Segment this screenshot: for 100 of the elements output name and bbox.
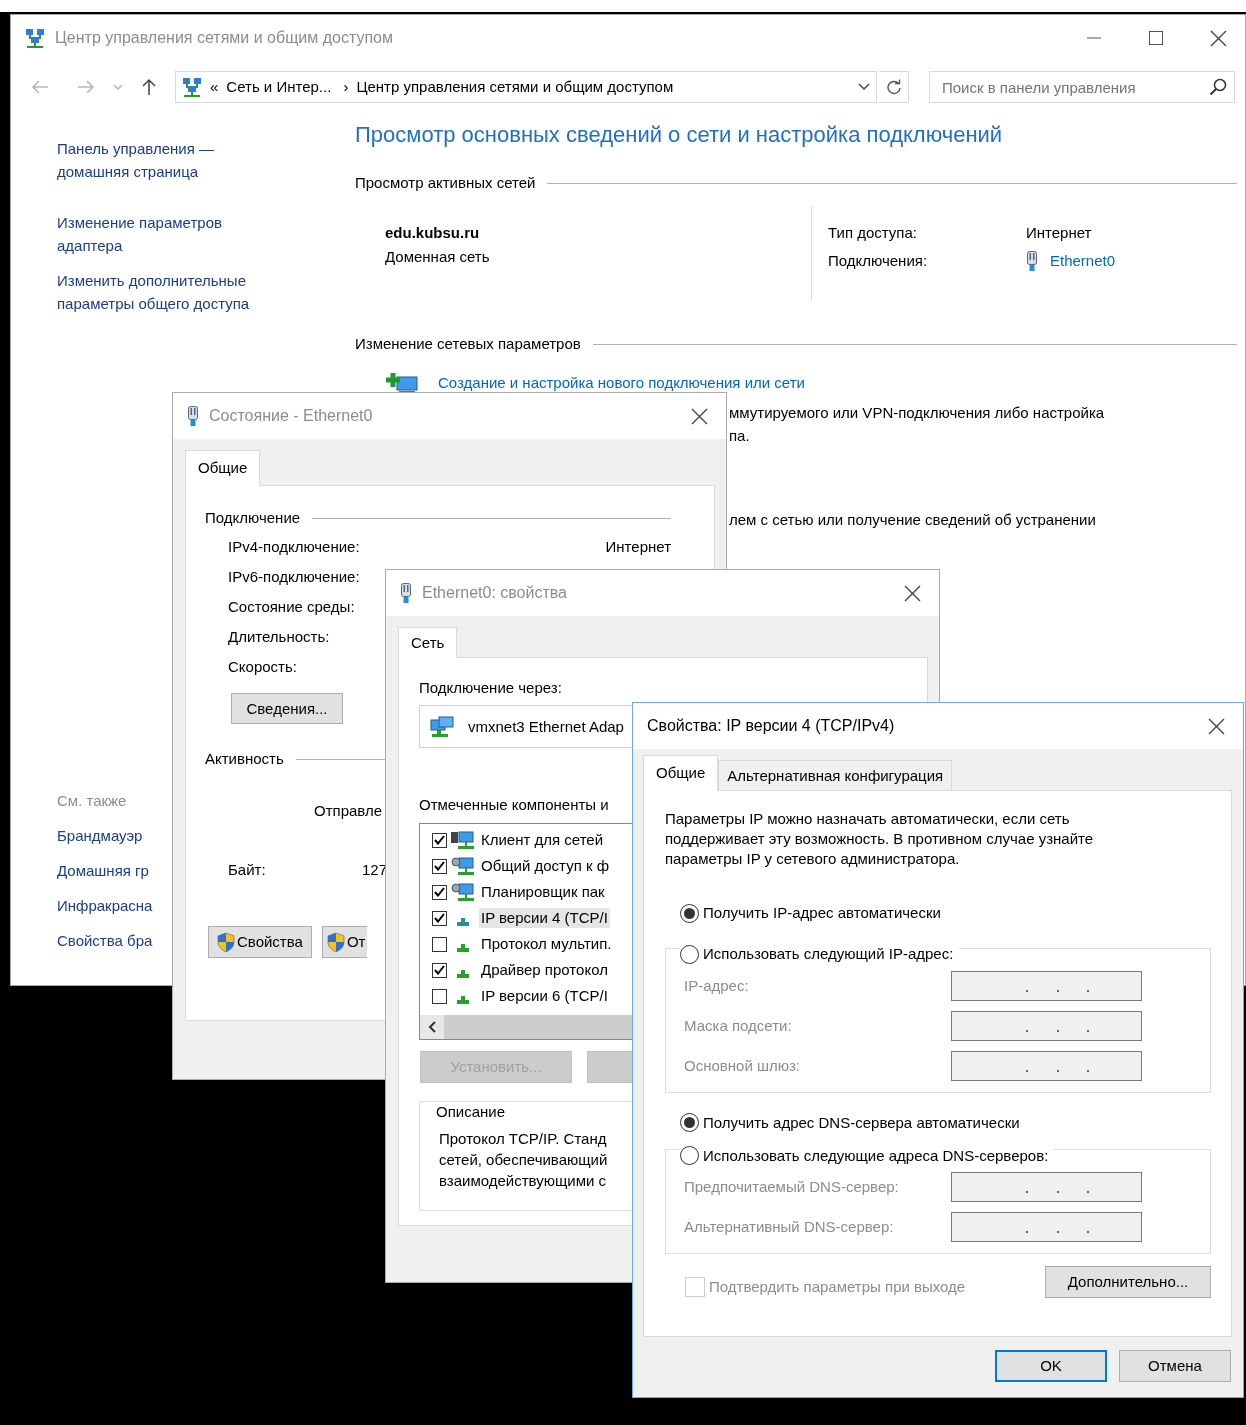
checkbox[interactable] — [432, 832, 447, 848]
radio-button[interactable] — [680, 1113, 699, 1132]
list-item[interactable]: Планировщик пак — [479, 882, 607, 902]
sidebar-link[interactable]: Изменение параметров адаптера — [57, 211, 272, 257]
service-icon — [450, 882, 476, 902]
address-bar[interactable]: « Сеть и Интер... › Центр управления сетями и общим доступом — [175, 71, 877, 103]
client-icon — [450, 830, 476, 850]
check-icon — [434, 861, 445, 871]
maximize-icon[interactable] — [1148, 30, 1164, 46]
refresh-icon[interactable] — [885, 79, 902, 95]
protocol-icon — [457, 996, 469, 1004]
radio-label[interactable]: Использовать следующий IP-адрес: — [703, 944, 954, 964]
close-icon[interactable] — [1210, 29, 1227, 47]
description-text: ммутируемого или VPN-подключения либо настройка — [729, 403, 1105, 423]
field-label: Маска подсети: — [684, 1015, 792, 1036]
description-text: лем с сетью или получение сведений об устранении — [729, 510, 1096, 530]
plug-icon — [187, 406, 199, 426]
field-label: Альтернативный DNS-сервер: — [684, 1217, 894, 1237]
radio-button[interactable] — [680, 903, 699, 923]
checkbox[interactable] — [432, 858, 447, 874]
close-icon[interactable] — [691, 407, 708, 425]
see-also-link[interactable]: Инфракрасна — [57, 896, 153, 916]
list-item[interactable]: Общий доступ к ф — [479, 856, 612, 876]
field-label: Подключение через: — [419, 678, 562, 698]
cancel-button[interactable]: Отмена — [1119, 1350, 1231, 1382]
plug-icon — [400, 583, 412, 603]
shield-icon — [217, 931, 235, 953]
network-type: Доменная сеть — [385, 247, 490, 267]
sidebar-link[interactable]: Изменить дополнительные параметры общего доступа — [57, 269, 272, 315]
list-item[interactable]: Клиент для сетей — [479, 830, 606, 850]
window-title: Центр управления сетями и общим доступом — [55, 28, 393, 48]
column-label: Отправле — [314, 801, 383, 821]
list-item[interactable]: Драйвер протокол — [479, 960, 610, 980]
adapter-name: vmxnet3 Ethernet Adap — [468, 716, 624, 737]
properties-button[interactable]: Свойства — [208, 926, 312, 958]
list-item[interactable]: Протокол мультип. — [479, 934, 614, 954]
field-label: IP-адрес: — [684, 975, 749, 996]
radio-button[interactable] — [680, 1146, 699, 1165]
ok-button[interactable]: OK — [995, 1350, 1107, 1382]
advanced-button[interactable]: Дополнительно... — [1045, 1266, 1211, 1298]
see-also-link[interactable]: Домашняя гр — [57, 861, 149, 881]
field-label: Байт: — [228, 860, 267, 880]
radio-button[interactable] — [680, 944, 699, 964]
properties-button[interactable]: От — [321, 926, 368, 958]
field-label: Скорость: — [228, 657, 297, 677]
field-label: IPv4-подключение: — [228, 537, 360, 557]
window-title: Свойства: IP версии 4 (TCP/IPv4) — [647, 716, 895, 736]
radio-label[interactable]: Использовать следующие адреса DNS-серверов: — [703, 1145, 1049, 1166]
list-item[interactable]: IP версии 6 (TCP/I — [479, 986, 610, 1006]
checkbox[interactable] — [432, 962, 447, 978]
radio-label[interactable]: Получить IP-адрес автоматически — [703, 903, 941, 923]
checkbox[interactable] — [432, 988, 447, 1004]
tab[interactable]: Альтернативная конфигурация — [718, 760, 953, 790]
breadcrumb-separator[interactable]: › — [343, 77, 349, 97]
network-name: edu.kubsu.ru — [385, 223, 480, 243]
tab[interactable]: Общие — [643, 755, 719, 791]
check-icon — [434, 913, 445, 923]
field-label: Отмеченные компоненты и — [419, 795, 609, 815]
field-label: Длительность: — [228, 627, 330, 647]
see-also-link[interactable]: Свойства бра — [57, 931, 153, 951]
plug-icon — [1026, 251, 1038, 271]
see-also-link[interactable]: Брандмауэр — [57, 826, 143, 846]
tab[interactable]: Сеть — [398, 627, 458, 658]
network-icon — [182, 77, 202, 97]
group-heading: Активность — [205, 749, 284, 769]
field-label: Состояние среды: — [228, 597, 355, 617]
page-heading: Просмотр основных сведений о сети и настройка подключений — [355, 121, 1003, 149]
up-arrow-icon[interactable] — [141, 78, 157, 96]
intro-text: Параметры IP можно назначать автоматически, если сеть поддерживает эту возможность. В противном случае узнайте параметры IP у сетевого администратора. — [665, 809, 1095, 869]
protocol-icon — [457, 918, 469, 926]
field-label: Основной шлюз: — [684, 1055, 800, 1076]
window-title: Ethernet0: свойства — [422, 583, 567, 603]
checkbox[interactable] — [432, 936, 447, 952]
scrollbar[interactable] — [420, 1015, 633, 1039]
close-icon[interactable] — [904, 584, 921, 602]
chevron-down-icon[interactable] — [858, 83, 870, 91]
field-label: Предпочитаемый DNS-сервер: — [684, 1177, 899, 1197]
new-connection-link[interactable]: Создание и настройка нового подключения или сети — [438, 373, 805, 393]
list-item[interactable]: IP версии 4 (TCP/I — [479, 908, 610, 928]
checkbox[interactable] — [432, 910, 447, 926]
field-label: Тип доступа: — [828, 223, 918, 243]
details-button[interactable]: Сведения... — [231, 693, 343, 724]
adapter-icon — [430, 715, 456, 738]
sidebar-link[interactable]: Панель управления — домашняя страница — [57, 137, 272, 183]
address-prefix[interactable]: « — [210, 77, 219, 97]
close-icon[interactable] — [1208, 717, 1225, 735]
new-connection-icon — [385, 371, 421, 395]
network-icon — [25, 28, 45, 48]
connection-link[interactable]: Ethernet0 — [1050, 251, 1116, 271]
tab[interactable]: Общие — [185, 450, 261, 486]
breadcrumb[interactable]: Центр управления сетями и общим доступом — [356, 77, 674, 97]
search-icon[interactable] — [1209, 78, 1227, 96]
radio-label[interactable]: Получить адрес DNS-сервера автоматически — [703, 1112, 1020, 1133]
search-field[interactable]: Поиск в панели управления — [929, 71, 1235, 103]
description-text: па. — [729, 426, 750, 446]
window-title: Состояние - Ethernet0 — [209, 406, 373, 426]
shield-icon — [326, 931, 345, 953]
checkbox[interactable] — [432, 884, 447, 900]
breadcrumb[interactable]: Сеть и Интер... — [226, 77, 332, 97]
check-icon — [434, 965, 445, 975]
